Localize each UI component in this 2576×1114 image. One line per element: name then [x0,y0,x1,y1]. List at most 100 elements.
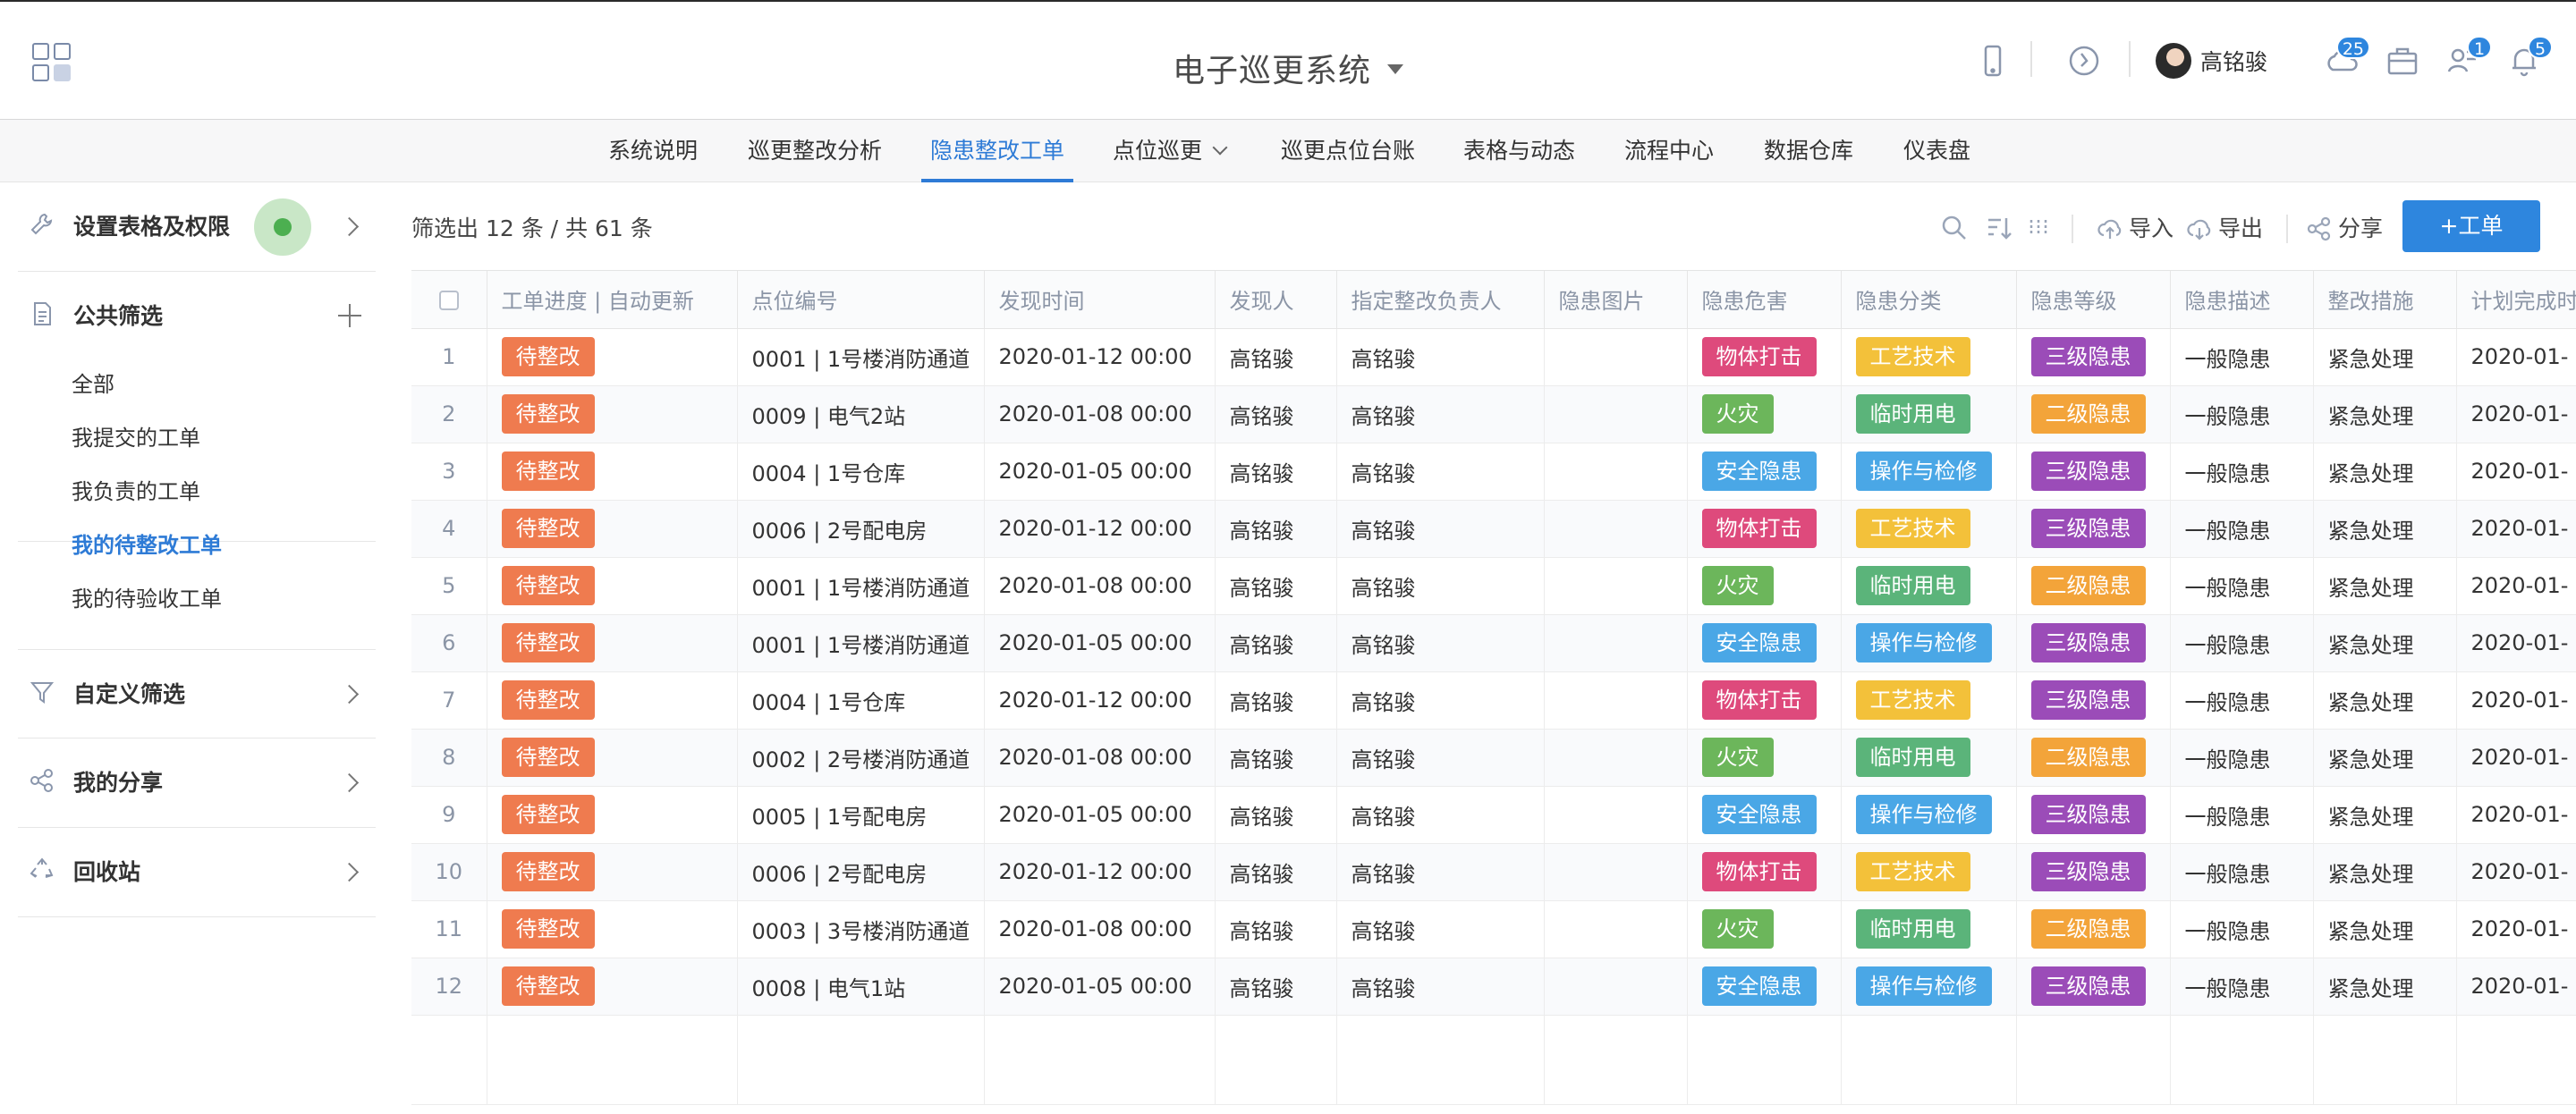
row-index[interactable]: 10 [411,843,487,901]
level-tag-cell[interactable]: 二级隐患 [2016,385,2171,443]
fix-measure[interactable]: 紧急处理 [2313,958,2457,1016]
owner-name[interactable]: 高铭骏 [1336,958,1545,1016]
sidebar-custom-filter[interactable]: 自定义筛选 [18,649,376,738]
hazard-image-cell[interactable] [1544,385,1688,443]
fix-measure[interactable]: 紧急处理 [2313,500,2457,558]
hazard-tag-cell[interactable]: 物体打击 [1687,671,1842,730]
finder-name[interactable]: 高铭骏 [1215,900,1337,958]
owner-name[interactable]: 高铭骏 [1336,443,1545,501]
cloud-icon[interactable]: 25 [2322,36,2370,80]
table-row[interactable]: 5 待整改 0001 | 1号楼消防通道 2020-01-08 00:00 高铭骏 高铭骏… [411,557,2576,615]
fix-measure[interactable]: 紧急处理 [2313,614,2457,672]
row-index[interactable]: 2 [411,385,487,443]
level-tag-cell[interactable]: 三级隐患 [2016,500,2171,558]
fix-measure[interactable]: 紧急处理 [2313,729,2457,787]
hazard-description[interactable]: 一般隐患 [2170,786,2314,844]
status-tag-cell[interactable]: 待整改 [487,958,738,1016]
fix-measure[interactable]: 紧急处理 [2313,671,2457,730]
level-tag-cell[interactable]: 二级隐患 [2016,900,2171,958]
point-code[interactable]: 0001 | 1号楼消防通道 [737,557,985,615]
table-row[interactable]: 4 待整改 0006 | 2号配电房 2020-01-12 00:00 高铭骏 高铭骏 物体… [411,500,2576,558]
hazard-image-cell[interactable] [1544,500,1688,558]
hazard-tag-cell[interactable]: 物体打击 [1687,500,1842,558]
owner-name[interactable]: 高铭骏 [1336,328,1545,386]
found-time[interactable]: 2020-01-12 00:00 [984,328,1216,386]
share-button[interactable]: 分享 [2306,213,2383,245]
column-header[interactable]: 工单进度 | 自动更新 [487,271,738,329]
hazard-tag-cell[interactable]: 火灾 [1687,557,1842,615]
owner-name[interactable]: 高铭骏 [1336,557,1545,615]
found-time[interactable]: 2020-01-08 00:00 [984,557,1216,615]
columns-icon[interactable] [2023,213,2054,243]
point-code[interactable]: 0003 | 3号楼消防通道 [737,900,985,958]
hazard-description[interactable]: 一般隐患 [2170,500,2314,558]
history-icon[interactable] [2064,41,2104,80]
level-tag-cell[interactable]: 三级隐患 [2016,614,2171,672]
row-index[interactable]: 11 [411,900,487,958]
status-toggle[interactable] [254,198,311,256]
found-time[interactable]: 2020-01-12 00:00 [984,671,1216,730]
plan-finish-time[interactable]: 2020-01- [2456,729,2576,787]
table-row[interactable]: 3 待整改 0004 | 1号仓库 2020-01-05 00:00 高铭骏 高铭骏 安全隐… [411,443,2576,501]
column-header[interactable]: 发现时间 [984,271,1216,329]
fix-measure[interactable]: 紧急处理 [2313,786,2457,844]
found-time[interactable]: 2020-01-05 00:00 [984,958,1216,1016]
table-row[interactable]: 11 待整改 0003 | 3号楼消防通道 2020-01-08 00:00 高铭骏 高铭… [411,900,2576,958]
finder-name[interactable]: 高铭骏 [1215,958,1337,1016]
category-tag-cell[interactable]: 临时用电 [1841,900,2017,958]
status-tag-cell[interactable]: 待整改 [487,443,738,501]
status-tag-cell[interactable]: 待整改 [487,500,738,558]
fix-measure[interactable]: 紧急处理 [2313,557,2457,615]
hazard-image-cell[interactable] [1544,328,1688,386]
sidebar-item-submitted[interactable]: 我提交的工单 [72,420,200,456]
tab-point-patrol[interactable]: 点位巡更 [1113,120,1228,182]
status-tag-cell[interactable]: 待整改 [487,557,738,615]
level-tag-cell[interactable]: 三级隐患 [2016,443,2171,501]
bell-icon[interactable]: 5 [2504,36,2553,80]
table-row[interactable]: 8 待整改 0002 | 2号楼消防通道 2020-01-08 00:00 高铭骏 高铭骏… [411,729,2576,787]
category-tag-cell[interactable]: 操作与检修 [1841,958,2017,1016]
sidebar-my-share[interactable]: 我的分享 [18,738,376,828]
found-time[interactable]: 2020-01-05 00:00 [984,614,1216,672]
point-code[interactable]: 0005 | 1号配电房 [737,786,985,844]
plan-finish-time[interactable]: 2020-01- [2456,900,2576,958]
hazard-tag-cell[interactable]: 火灾 [1687,900,1842,958]
point-code[interactable]: 0006 | 2号配电房 [737,843,985,901]
level-tag-cell[interactable]: 三级隐患 [2016,328,2171,386]
hazard-image-cell[interactable] [1544,843,1688,901]
hazard-description[interactable]: 一般隐患 [2170,328,2314,386]
fix-measure[interactable]: 紧急处理 [2313,385,2457,443]
plan-finish-time[interactable]: 2020-01- [2456,443,2576,501]
new-order-button[interactable]: +工单 [2402,200,2540,252]
sidebar-settings[interactable]: 设置表格及权限 [18,182,376,272]
hazard-description[interactable]: 一般隐患 [2170,385,2314,443]
row-index[interactable]: 4 [411,500,487,558]
hazard-description[interactable]: 一般隐患 [2170,843,2314,901]
table-row[interactable]: 10 待整改 0006 | 2号配电房 2020-01-12 00:00 高铭骏 高铭骏物… [411,843,2576,901]
status-tag-cell[interactable]: 待整改 [487,729,738,787]
owner-name[interactable]: 高铭骏 [1336,843,1545,901]
hazard-description[interactable]: 一般隐患 [2170,900,2314,958]
found-time[interactable]: 2020-01-05 00:00 [984,786,1216,844]
hazard-tag-cell[interactable]: 物体打击 [1687,843,1842,901]
hazard-image-cell[interactable] [1544,557,1688,615]
finder-name[interactable]: 高铭骏 [1215,385,1337,443]
hazard-tag-cell[interactable]: 安全隐患 [1687,614,1842,672]
level-tag-cell[interactable]: 二级隐患 [2016,729,2171,787]
fix-measure[interactable]: 紧急处理 [2313,328,2457,386]
table-row[interactable]: 6 待整改 0001 | 1号楼消防通道 2020-01-05 00:00 高铭骏 高铭骏… [411,614,2576,672]
mobile-icon[interactable] [1973,41,2012,80]
fix-measure[interactable]: 紧急处理 [2313,443,2457,501]
plan-finish-time[interactable]: 2020-01- [2456,557,2576,615]
finder-name[interactable]: 高铭骏 [1215,671,1337,730]
point-code[interactable]: 0009 | 电气2站 [737,385,985,443]
finder-name[interactable]: 高铭骏 [1215,443,1337,501]
hazard-image-cell[interactable] [1544,900,1688,958]
table-row[interactable]: 7 待整改 0004 | 1号仓库 2020-01-12 00:00 高铭骏 高铭骏 物体打… [411,671,2576,730]
plan-finish-time[interactable]: 2020-01- [2456,671,2576,730]
owner-name[interactable]: 高铭骏 [1336,614,1545,672]
hazard-description[interactable]: 一般隐患 [2170,729,2314,787]
hazard-description[interactable]: 一般隐患 [2170,614,2314,672]
category-tag-cell[interactable]: 工艺技术 [1841,671,2017,730]
tab-data-warehouse[interactable]: 数据仓库 [1764,120,1853,182]
